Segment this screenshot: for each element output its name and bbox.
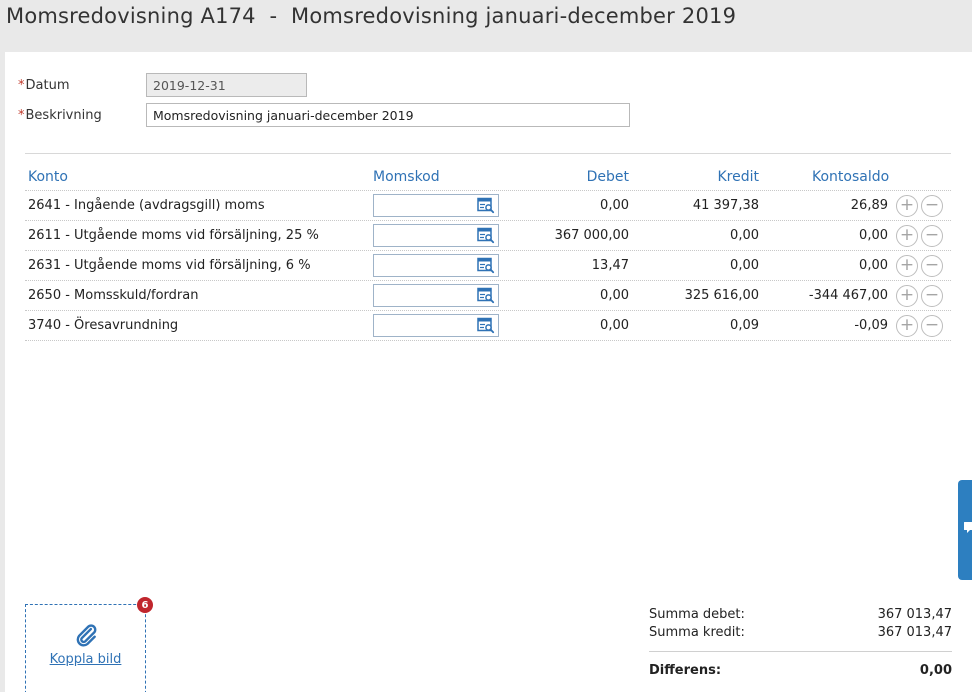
momskod-cell (373, 191, 499, 220)
table-header-row: Konto Momskod Debet Kredit Kontosaldo (25, 163, 951, 191)
remove-row-button[interactable]: − (921, 254, 943, 277)
voucher-panel: *Datum *Beskrivning Konto Momskod Debet … (5, 52, 972, 692)
kontosaldo-cell: -344 467,00 (808, 288, 888, 303)
chat-tab[interactable] (958, 480, 972, 580)
kredit-cell[interactable]: 0,00 (635, 251, 759, 280)
kontosaldo-cell: 0,00 (859, 258, 888, 273)
datum-label: *Datum (18, 77, 70, 93)
table-body: 2641 - Ingående (avdragsgill) moms 0,00 41… (25, 191, 951, 341)
page-header: Momsredovisning A174 - Momsredovisning j… (0, 0, 972, 52)
row-actions: + − (896, 251, 950, 280)
datum-field[interactable] (146, 73, 307, 97)
kontosaldo-cell: 26,89 (850, 198, 888, 213)
remove-row-button[interactable]: − (921, 284, 943, 307)
konto-cell[interactable]: 3740 - Öresavrundning (28, 311, 368, 340)
kredit-cell[interactable]: 0,09 (635, 311, 759, 340)
momskod-input[interactable] (373, 284, 499, 307)
momskod-input[interactable] (373, 314, 499, 337)
kontosaldo-cell: -0,09 (854, 318, 888, 333)
summa-kredit-label: Summa kredit: (649, 624, 745, 640)
paperclip-icon (76, 624, 97, 647)
remove-row-button[interactable]: − (921, 314, 943, 337)
column-header-kredit[interactable]: Kredit (635, 163, 759, 190)
column-header-momskod[interactable]: Momskod (373, 163, 499, 190)
konto-cell[interactable]: 2650 - Momsskuld/fordran (28, 281, 368, 310)
momskod-cell (373, 221, 499, 250)
differens-label: Differens: (649, 662, 722, 678)
debet-cell[interactable]: 13,47 (505, 251, 629, 280)
datum-row: *Datum (18, 73, 307, 97)
table-row: 2641 - Ingående (avdragsgill) moms 0,00 41… (25, 191, 951, 221)
beskrivning-label: *Beskrivning (18, 107, 102, 123)
debet-cell[interactable]: 0,00 (505, 281, 629, 310)
debet-cell[interactable]: 0,00 (505, 191, 629, 220)
row-actions: + − (896, 191, 950, 220)
page-title: Momsredovisning A174 - Momsredovisning j… (6, 4, 737, 28)
kredit-cell[interactable]: 0,00 (635, 221, 759, 250)
form-divider (25, 153, 951, 154)
summary-divider (649, 651, 952, 652)
row-actions: + − (896, 311, 950, 340)
summa-kredit-value: 367 013,47 (877, 624, 952, 640)
momskod-cell (373, 281, 499, 310)
debet-cell[interactable]: 367 000,00 (505, 221, 629, 250)
summa-debet-value: 367 013,47 (877, 606, 952, 622)
konto-cell[interactable]: 2611 - Utgående moms vid försäljning, 25… (28, 221, 368, 250)
column-header-kontosaldo[interactable]: Kontosaldo (812, 163, 935, 190)
remove-row-button[interactable]: − (921, 224, 943, 247)
beskrivning-field[interactable] (146, 103, 630, 127)
row-actions: + − (896, 221, 950, 250)
konto-cell[interactable]: 2631 - Utgående moms vid försäljning, 6 … (28, 251, 368, 280)
lookup-list-icon[interactable] (477, 317, 495, 334)
momskod-cell (373, 251, 499, 280)
add-row-button[interactable]: + (896, 314, 918, 337)
add-row-button[interactable]: + (896, 284, 918, 307)
required-mark: * (18, 77, 25, 93)
momskod-cell (373, 311, 499, 340)
table-row: 2631 - Utgående moms vid försäljning, 6 … (25, 251, 951, 281)
column-header-debet[interactable]: Debet (505, 163, 629, 190)
add-row-button[interactable]: + (896, 254, 918, 277)
attach-image-dropzone[interactable]: 6 Koppla bild (25, 597, 153, 692)
summa-kredit-row: Summa kredit: 367 013,47 (649, 623, 952, 641)
lookup-list-icon[interactable] (477, 287, 495, 304)
lookup-list-icon[interactable] (477, 227, 495, 244)
konto-cell[interactable]: 2641 - Ingående (avdragsgill) moms (28, 191, 368, 220)
koppla-bild-link[interactable]: Koppla bild (26, 652, 145, 667)
differens-row: Differens: 0,00 (649, 661, 952, 679)
beskrivning-row: *Beskrivning (18, 103, 630, 127)
remove-row-button[interactable]: − (921, 194, 943, 217)
voucher-table: Konto Momskod Debet Kredit Kontosaldo 26… (25, 163, 951, 341)
kredit-cell[interactable]: 41 397,38 (635, 191, 759, 220)
kontosaldo-cell: 0,00 (859, 228, 888, 243)
differens-value: 0,00 (919, 662, 952, 678)
add-row-button[interactable]: + (896, 194, 918, 217)
table-row: 2611 - Utgående moms vid försäljning, 25… (25, 221, 951, 251)
summa-debet-label: Summa debet: (649, 606, 745, 622)
lookup-list-icon[interactable] (477, 257, 495, 274)
table-row: 3740 - Öresavrundning 0,00 0,09 -0,09 + − (25, 311, 951, 341)
debet-cell[interactable]: 0,00 (505, 311, 629, 340)
summa-debet-row: Summa debet: 367 013,47 (649, 605, 952, 623)
summary-panel: Summa debet: 367 013,47 Summa kredit: 36… (649, 605, 952, 679)
kredit-cell[interactable]: 325 616,00 (635, 281, 759, 310)
momskod-input[interactable] (373, 194, 499, 217)
lookup-list-icon[interactable] (477, 197, 495, 214)
table-row: 2650 - Momsskuld/fordran 0,00 325 616,00 -3… (25, 281, 951, 311)
chat-bubble-icon (964, 522, 972, 533)
row-actions: + − (896, 281, 950, 310)
attachment-count-badge: 6 (137, 597, 153, 613)
required-mark: * (18, 107, 25, 123)
add-row-button[interactable]: + (896, 224, 918, 247)
momskod-input[interactable] (373, 254, 499, 277)
momskod-input[interactable] (373, 224, 499, 247)
column-header-konto[interactable]: Konto (28, 163, 368, 190)
